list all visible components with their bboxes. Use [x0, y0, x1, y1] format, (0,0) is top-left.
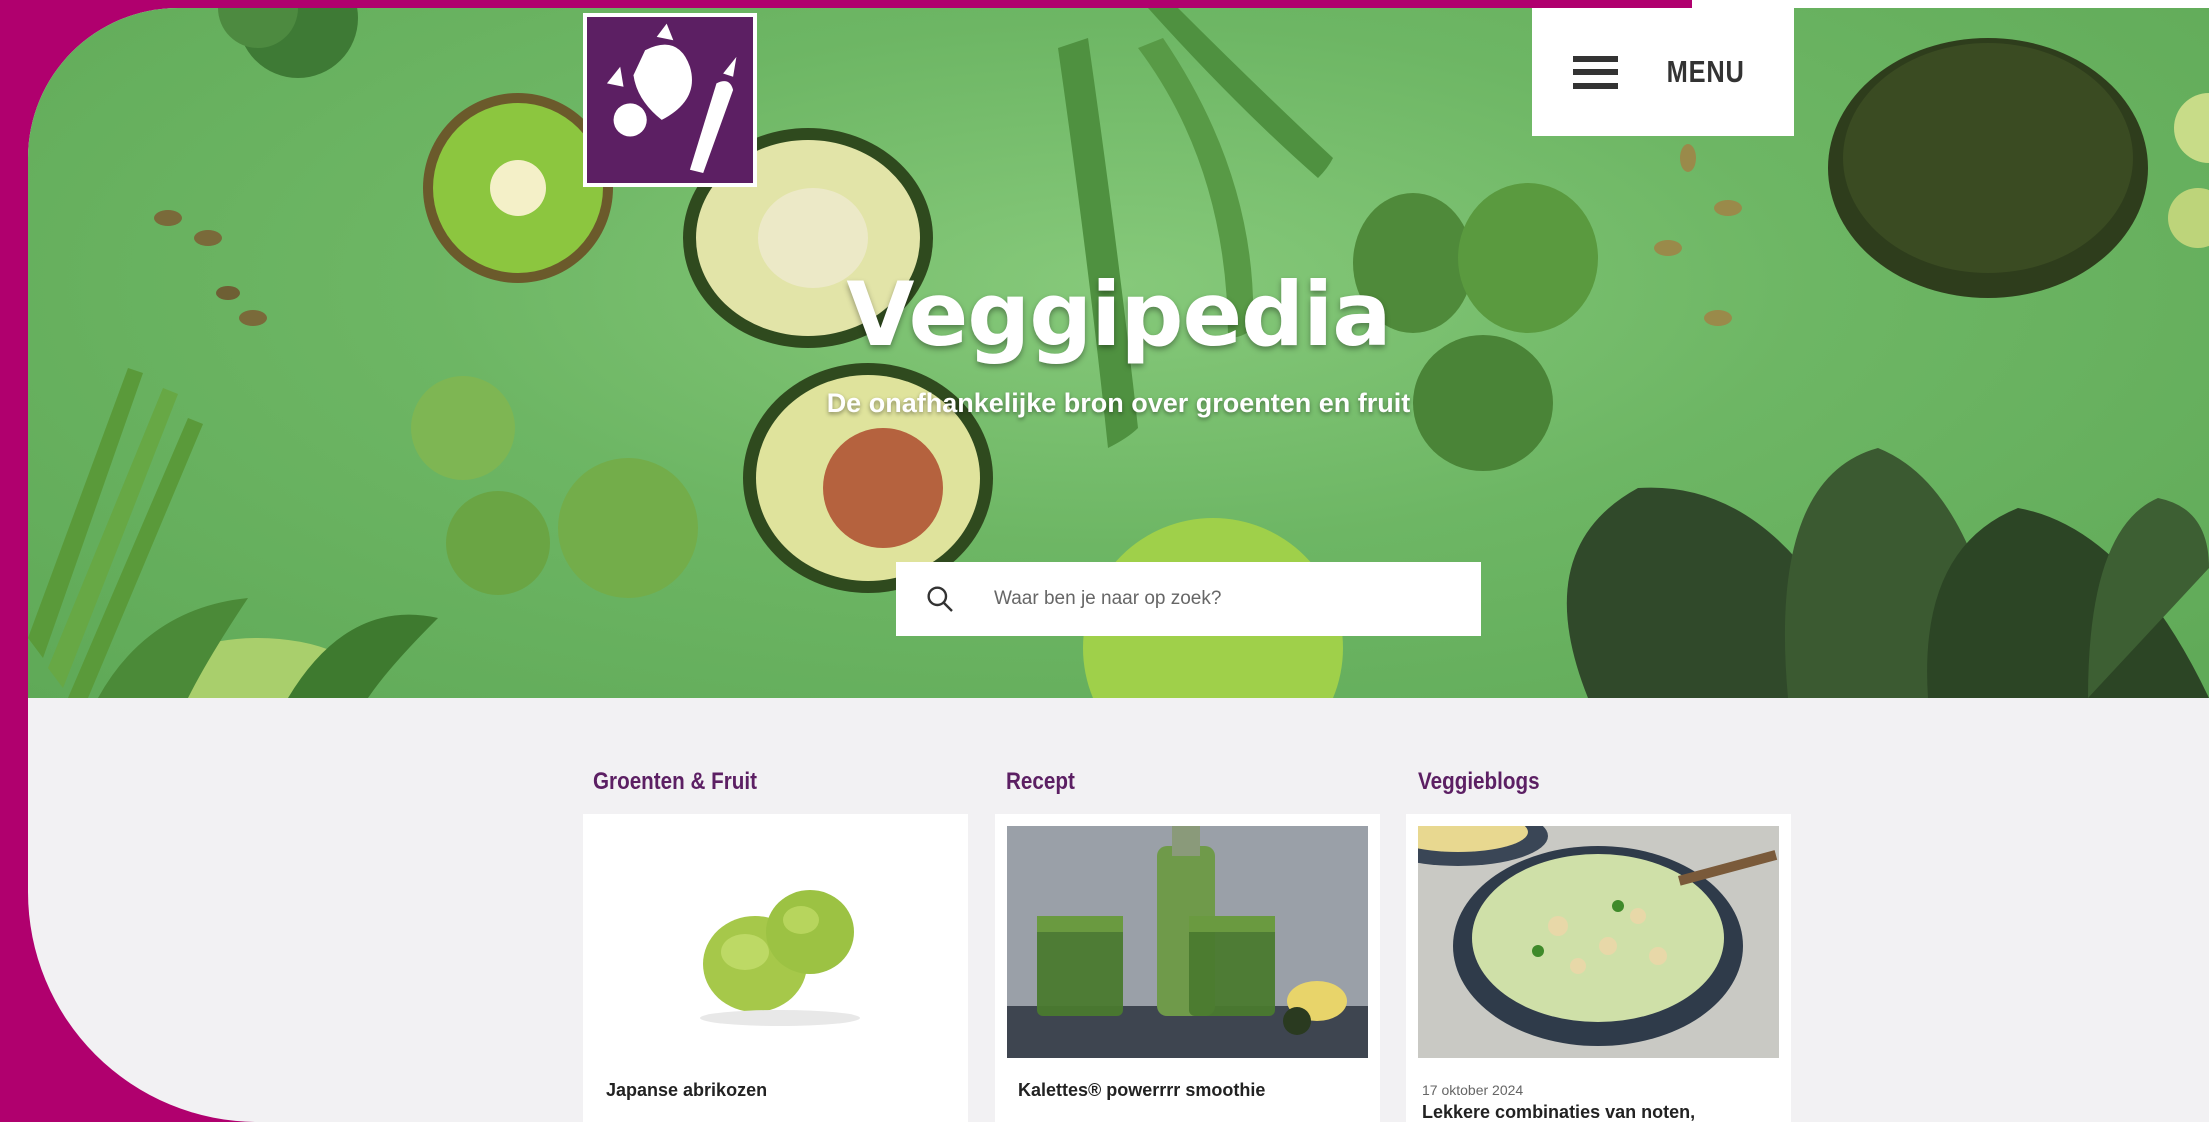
menu-label: MENU — [1666, 54, 1745, 89]
hero-banner: MENU Veggipedia De onafhankelijke bron o… — [28, 8, 2209, 698]
card-title[interactable]: Lekkere combinaties van noten, — [1422, 1102, 1695, 1122]
category-heading-veggieblogs[interactable]: Veggieblogs — [1418, 768, 1540, 796]
hero-title: Veggipedia — [846, 263, 1391, 366]
page-frame: MENU Veggipedia De onafhankelijke bron o… — [28, 8, 2209, 1122]
search-bar[interactable] — [896, 562, 1481, 636]
search-input[interactable] — [992, 587, 1436, 611]
card-title[interactable]: Japanse abrikozen — [606, 1080, 767, 1101]
logo-icon — [606, 23, 737, 174]
card-image-smoothie — [1007, 826, 1368, 1058]
hamburger-icon — [1572, 55, 1618, 89]
category-heading-recept[interactable]: Recept — [1006, 768, 1075, 796]
card-recept[interactable]: Kalettes® powerrrr smoothie — [995, 814, 1380, 1122]
card-title[interactable]: Kalettes® powerrrr smoothie — [1018, 1080, 1265, 1101]
menu-button[interactable]: MENU — [1532, 8, 1794, 136]
card-image-japanse-abrikozen — [595, 826, 956, 1058]
card-image-salad — [1418, 826, 1779, 1058]
category-heading-groenten-fruit[interactable]: Groenten & Fruit — [593, 768, 757, 796]
card-groenten-fruit[interactable]: Japanse abrikozen — [583, 814, 968, 1122]
search-icon[interactable] — [924, 583, 956, 615]
veggipedia-logo[interactable] — [583, 13, 757, 187]
card-veggieblogs[interactable]: 17 oktober 2024 Lekkere combinaties van … — [1406, 814, 1791, 1122]
top-border-white — [1692, 0, 2209, 8]
hero-subtitle: De onafhankelijke bron over groenten en … — [826, 388, 1411, 418]
card-date: 17 oktober 2024 — [1422, 1082, 1524, 1098]
